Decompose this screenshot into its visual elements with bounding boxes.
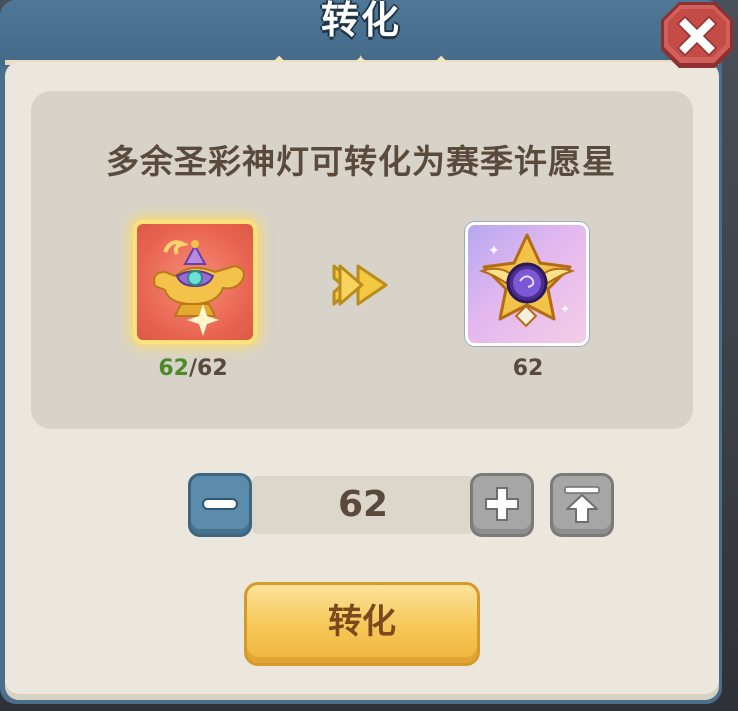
plus-icon	[485, 487, 519, 521]
lamp-count: 62/62	[128, 356, 258, 381]
lamp-total: 62	[197, 356, 228, 381]
minus-icon	[202, 498, 238, 510]
convert-button[interactable]: 转化	[244, 582, 480, 666]
lamp-owned: 62	[158, 356, 189, 381]
svg-text:✦: ✦	[560, 302, 570, 316]
plus-button[interactable]	[470, 473, 534, 537]
svg-text:✦: ✦	[488, 243, 500, 259]
wish-star-card[interactable]: ✦ ✦	[465, 222, 589, 346]
dialog-title: 转化	[320, 0, 401, 42]
lamp-separator: /	[188, 356, 198, 381]
quantity-value[interactable]: 62	[252, 476, 474, 534]
close-icon	[661, 2, 733, 68]
max-arrow-icon	[564, 486, 600, 523]
conversion-description: 多余圣彩神灯可转化为赛季许愿星	[106, 142, 616, 181]
magic-lamp-icon	[153, 240, 245, 336]
magic-lamp-card[interactable]	[133, 220, 257, 344]
minus-button[interactable]	[188, 473, 252, 537]
wish-star-icon: ✦ ✦	[478, 233, 576, 328]
max-button[interactable]	[550, 473, 614, 537]
star-count: 62	[512, 356, 544, 381]
close-button[interactable]	[659, 0, 735, 70]
double-arrow-icon	[332, 264, 388, 306]
